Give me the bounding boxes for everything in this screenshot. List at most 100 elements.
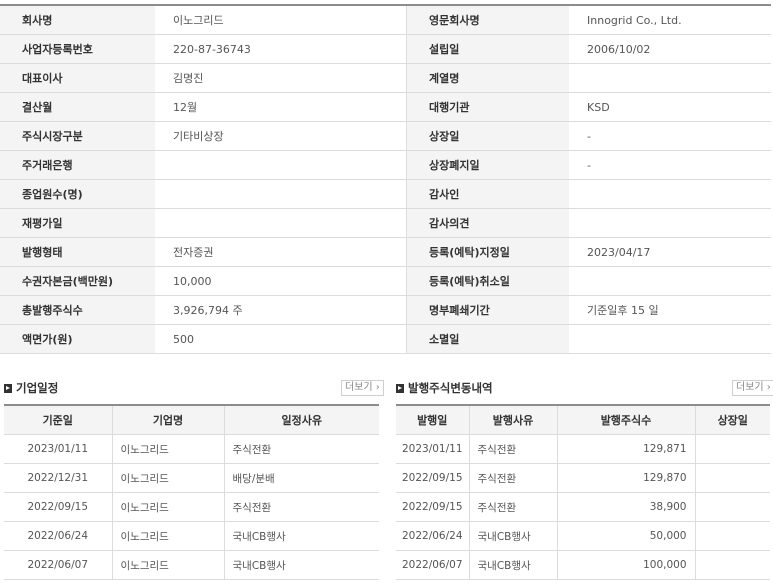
info-label: 종업원수(명) [0, 179, 155, 209]
table-row: 2022/06/24 국내CB행사 50,000 [396, 521, 770, 551]
info-row: 발행형태 전자증권 등록(예탁)지정일 2023/04/17 [0, 237, 771, 267]
schedule-title-text: 기업일정 [16, 381, 59, 395]
info-value: 10,000 [155, 266, 407, 296]
info-label: 소멸일 [406, 324, 569, 354]
table-row: 2023/01/11 주식전환 129,871 [396, 434, 770, 464]
schedule-cell: 국내CB행사 [224, 521, 379, 551]
info-label: 총발행주식수 [0, 295, 155, 325]
info-label: 발행형태 [0, 237, 155, 267]
share-cell: 2022/06/07 [396, 550, 470, 580]
info-row: 액면가(원) 500 소멸일 [0, 324, 771, 354]
schedule-cell: 이노그리드 [112, 550, 225, 580]
table-row: 2022/09/15 주식전환 129,870 [396, 463, 770, 493]
table-row: 2022/06/24 이노그리드 국내CB행사 [4, 521, 379, 551]
info-value: 이노그리드 [155, 5, 407, 35]
info-value [155, 208, 407, 238]
info-row: 주거래은행 상장폐지일 - [0, 150, 771, 180]
share-cell: 100,000 [557, 550, 696, 580]
info-label: 회사명 [0, 5, 155, 35]
share-cell [695, 521, 770, 551]
table-row: 2023/01/11 이노그리드 주식전환 [4, 434, 379, 464]
table-row: 2022/09/15 이노그리드 주식전환 [4, 492, 379, 522]
info-label: 등록(예탁)지정일 [406, 237, 569, 267]
info-value: 3,926,794 주 [155, 295, 407, 325]
schedule-header-cell: 기업명 [112, 405, 225, 435]
info-value: KSD [569, 92, 771, 122]
info-label: 사업자등록번호 [0, 34, 155, 64]
info-value: - [569, 150, 771, 180]
schedule-cell: 이노그리드 [112, 434, 225, 464]
share-cell [695, 550, 770, 580]
schedule-cell: 2023/01/11 [4, 434, 113, 464]
info-value [155, 179, 407, 209]
schedule-cell: 이노그리드 [112, 521, 225, 551]
info-value: 2023/04/17 [569, 237, 771, 267]
share-cell: 129,871 [557, 434, 696, 464]
share-changes-more-label: 더보기 [736, 382, 764, 393]
info-value: 전자증권 [155, 237, 407, 267]
info-value: 220-87-36743 [155, 34, 407, 64]
section-bullet-icon [396, 384, 404, 393]
info-row: 사업자등록번호 220-87-36743 설립일 2006/10/02 [0, 34, 771, 64]
info-value: - [569, 121, 771, 151]
info-label: 감사의견 [406, 208, 569, 238]
schedule-cell: 국내CB행사 [224, 550, 379, 580]
info-label: 수권자본금(백만원) [0, 266, 155, 296]
schedule-header-cell: 일정사유 [224, 405, 379, 435]
share-cell: 2022/06/24 [396, 521, 470, 551]
share-header-cell: 발행일 [396, 405, 470, 435]
info-label: 영문회사명 [406, 5, 569, 35]
info-value: 500 [155, 324, 407, 354]
info-value: 2006/10/02 [569, 34, 771, 64]
share-cell: 2022/09/15 [396, 463, 470, 493]
share-header-cell: 발행사유 [469, 405, 558, 435]
share-cell: 50,000 [557, 521, 696, 551]
info-value [569, 266, 771, 296]
info-row: 주식시장구분 기타비상장 상장일 - [0, 121, 771, 151]
share-changes-title: 발행주식변동내역 [396, 380, 493, 396]
share-cell [695, 463, 770, 493]
info-value [569, 324, 771, 354]
schedule-more-button[interactable]: 더보기 › [341, 380, 384, 396]
share-cell: 주식전환 [469, 492, 558, 522]
schedule-cell: 이노그리드 [112, 492, 225, 522]
info-label: 명부폐쇄기간 [406, 295, 569, 325]
schedule-cell: 주식전환 [224, 492, 379, 522]
share-cell: 38,900 [557, 492, 696, 522]
share-cell: 2023/01/11 [396, 434, 470, 464]
share-cell: 2022/09/15 [396, 492, 470, 522]
table-row: 2022/06/07 이노그리드 국내CB행사 [4, 550, 379, 580]
info-row: 회사명 이노그리드 영문회사명 Innogrid Co., Ltd. [0, 5, 771, 35]
info-label: 설립일 [406, 34, 569, 64]
share-changes-table: 발행일 발행사유 발행주식수 상장일 2023/01/11 주식전환 129,871 202… [396, 404, 770, 580]
info-label: 대표이사 [0, 63, 155, 93]
info-value: 김명진 [155, 63, 407, 93]
share-cell: 국내CB행사 [469, 550, 558, 580]
share-cell [695, 434, 770, 464]
info-value [569, 179, 771, 209]
info-label: 계열명 [406, 63, 569, 93]
info-value: 기타비상장 [155, 121, 407, 151]
share-header-cell: 발행주식수 [557, 405, 696, 435]
schedule-cell: 이노그리드 [112, 463, 225, 493]
info-label: 결산월 [0, 92, 155, 122]
info-value: 기준일후 15 일 [569, 295, 771, 325]
info-label: 상장일 [406, 121, 569, 151]
info-label: 등록(예탁)취소일 [406, 266, 569, 296]
info-label: 감사인 [406, 179, 569, 209]
schedule-header-cell: 기준일 [4, 405, 113, 435]
share-changes-more-button[interactable]: 더보기 › [732, 380, 773, 396]
schedule-more-label: 더보기 [345, 382, 373, 393]
info-row: 재평가일 감사의견 [0, 208, 771, 238]
info-row: 총발행주식수 3,926,794 주 명부폐쇄기간 기준일후 15 일 [0, 295, 771, 325]
table-row: 2022/12/31 이노그리드 배당/분배 [4, 463, 379, 493]
schedule-cell: 2022/06/24 [4, 521, 113, 551]
info-value [569, 63, 771, 93]
info-label: 액면가(원) [0, 324, 155, 354]
info-row: 결산월 12월 대행기관 KSD [0, 92, 771, 122]
table-row: 2022/06/07 국내CB행사 100,000 [396, 550, 770, 580]
schedule-table: 기준일 기업명 일정사유 2023/01/11 이노그리드 주식전환 2022/12/31… [4, 404, 379, 580]
share-cell: 주식전환 [469, 463, 558, 493]
info-label: 상장폐지일 [406, 150, 569, 180]
share-changes-title-text: 발행주식변동내역 [408, 381, 493, 395]
